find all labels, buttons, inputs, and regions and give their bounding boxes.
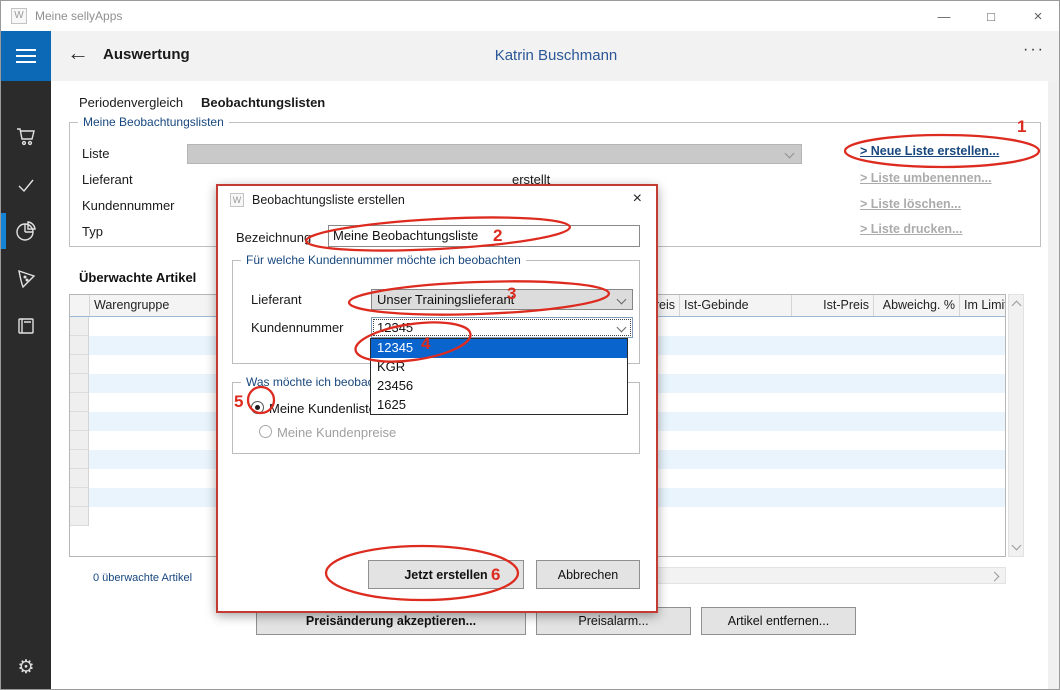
- col-im-limit[interactable]: Im Limit?: [960, 295, 1005, 316]
- app-header: ← Auswertung Katrin Buschmann ···: [51, 31, 1060, 81]
- sidebar-nav: ⚙: [1, 31, 51, 690]
- scroll-down-icon[interactable]: [1012, 541, 1022, 551]
- kundennummer-dropdown[interactable]: 12345: [371, 317, 633, 338]
- app-logo-icon: W: [11, 8, 27, 24]
- dialog-lieferant-label: Lieferant: [251, 292, 302, 307]
- sidebar-item-settings[interactable]: ⚙: [1, 651, 51, 683]
- dialog-kundennummer-label: Kundennummer: [251, 320, 344, 335]
- window-title: Meine sellyApps: [35, 9, 122, 23]
- hamburger-menu-button[interactable]: [1, 31, 51, 81]
- watchlists-legend: Meine Beobachtungslisten: [78, 115, 229, 129]
- kundennummer-label: Kundennummer: [82, 198, 175, 213]
- kundennummer-groupbox-legend: Für welche Kundennummer möchte ich beoba…: [241, 253, 526, 267]
- scroll-up-icon[interactable]: [1012, 301, 1022, 311]
- col-ist-preis[interactable]: Ist-Preis: [792, 295, 874, 316]
- page-vertical-scrollbar[interactable]: [1048, 81, 1060, 690]
- cart-icon: [14, 124, 38, 148]
- app-window: W Meine sellyApps — □ × ⚙ ← Auswertung K…: [0, 0, 1060, 690]
- user-name: Katrin Buschmann: [51, 47, 1060, 64]
- title-bar: W Meine sellyApps — □ ×: [1, 1, 1060, 31]
- link-liste-umbenennen[interactable]: > Liste umbenennen...: [860, 171, 992, 185]
- bezeichnung-label: Bezeichnung: [236, 230, 311, 245]
- kundennummer-dropdown-value: 12345: [377, 320, 413, 335]
- articles-section-title: Überwachte Artikel: [79, 270, 196, 285]
- pizza-slice-icon: [14, 267, 38, 291]
- link-neue-liste-erstellen[interactable]: > Neue Liste erstellen...: [860, 144, 999, 158]
- link-liste-drucken[interactable]: > Liste drucken...: [860, 222, 962, 236]
- pie-chart-icon: [14, 219, 38, 243]
- typ-label: Typ: [82, 224, 103, 239]
- sidebar-item-reports[interactable]: [1, 213, 51, 249]
- lieferant-label: Lieferant: [82, 172, 133, 187]
- minimize-button[interactable]: —: [921, 1, 967, 31]
- table-vertical-scrollbar[interactable]: [1008, 294, 1024, 557]
- lieferant-dropdown[interactable]: Unser Trainingslieferant: [371, 289, 633, 310]
- sidebar-item-catalog[interactable]: [1, 308, 51, 344]
- chevron-down-icon: [785, 149, 795, 159]
- create-watchlist-dialog: W Beobachtungsliste erstellen × Bezeichn…: [216, 184, 658, 613]
- option-kgr[interactable]: KGR: [371, 358, 627, 377]
- col-abweichung[interactable]: Abweichg. %: [874, 295, 960, 316]
- book-icon: [14, 314, 38, 338]
- dialog-app-icon: W: [230, 193, 244, 207]
- radio-kundenliste-label[interactable]: Meine Kundenliste: [269, 401, 376, 416]
- chevron-down-icon: [617, 323, 627, 333]
- back-arrow-icon[interactable]: ←: [67, 40, 89, 66]
- link-liste-loeschen[interactable]: > Liste löschen...: [860, 197, 961, 211]
- sidebar-item-deals[interactable]: [1, 261, 51, 297]
- checkmark-icon: [14, 173, 38, 197]
- scroll-right-icon[interactable]: [990, 572, 1000, 582]
- liste-label: Liste: [82, 146, 109, 161]
- sidebar-item-tasks[interactable]: [1, 167, 51, 203]
- liste-dropdown[interactable]: [187, 144, 802, 164]
- tab-beobachtungslisten[interactable]: Beobachtungslisten: [201, 95, 325, 110]
- abbrechen-button[interactable]: Abbrechen: [536, 560, 640, 589]
- artikel-entfernen-button[interactable]: Artikel entfernen...: [701, 607, 856, 635]
- option-1625[interactable]: 1625: [371, 396, 627, 415]
- kundennummer-options-list: 12345 KGR 23456 1625: [370, 338, 628, 415]
- option-23456[interactable]: 23456: [371, 377, 627, 396]
- row-header-column: [70, 317, 89, 526]
- radio-kundenpreise-label[interactable]: Meine Kundenpreise: [277, 425, 396, 440]
- chevron-down-icon: [617, 295, 627, 305]
- bezeichnung-input[interactable]: Meine Beobachtungsliste: [328, 225, 640, 247]
- radio-kundenpreise[interactable]: [259, 425, 272, 438]
- close-button[interactable]: ×: [1015, 1, 1060, 31]
- option-12345[interactable]: 12345: [371, 339, 627, 358]
- radio-kundenliste[interactable]: [251, 401, 264, 414]
- jetzt-erstellen-button[interactable]: Jetzt erstellen: [368, 560, 524, 589]
- tab-periodenvergleich[interactable]: Periodenvergleich: [79, 95, 183, 110]
- more-options-icon[interactable]: ···: [1023, 41, 1045, 59]
- maximize-button[interactable]: □: [968, 1, 1014, 31]
- dialog-title: Beobachtungsliste erstellen: [252, 193, 405, 207]
- sidebar-item-cart[interactable]: [1, 118, 51, 154]
- watched-articles-count: 0 überwachte Artikel: [93, 572, 192, 584]
- gear-icon: ⚙: [17, 656, 34, 679]
- dialog-close-icon[interactable]: ×: [633, 190, 642, 208]
- col-rowheader: [70, 295, 90, 316]
- col-ist-gebinde[interactable]: Ist-Gebinde: [680, 295, 792, 316]
- page-title: Auswertung: [103, 46, 190, 63]
- lieferant-dropdown-value: Unser Trainingslieferant: [377, 292, 514, 307]
